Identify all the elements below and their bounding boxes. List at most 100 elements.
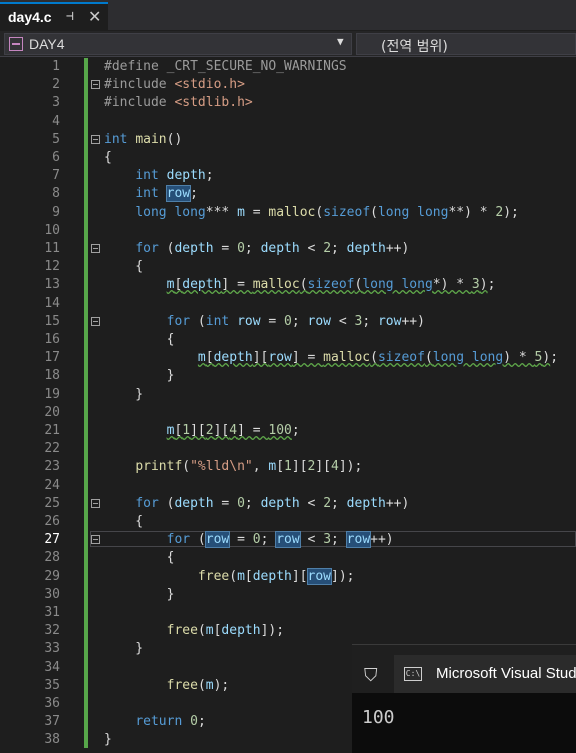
console-window[interactable]: ⛉ C:\ Microsoft Visual Studio 100 — [352, 644, 576, 753]
code-text: { — [104, 332, 175, 347]
code-line[interactable]: 8 int row; — [0, 185, 576, 203]
code-line[interactable]: 3 #include <stdlib.h> — [0, 94, 576, 112]
code-text: int main() — [104, 131, 183, 147]
close-icon[interactable]: ✕ — [88, 7, 101, 26]
fold-toggle-icon[interactable] — [91, 535, 100, 545]
tab-title: day4.c — [8, 9, 52, 25]
code-line[interactable]: 23 printf("%lld\n", m[1][2][4]); — [0, 458, 576, 476]
scope-dropdown[interactable]: (전역 범위) — [356, 33, 576, 55]
code-line[interactable]: 27 for (row = 0; row < 3; row++) — [0, 531, 576, 549]
console-title: Microsoft Visual Studio — [436, 665, 576, 682]
line-number: 30 — [44, 586, 60, 602]
code-line[interactable]: 20 — [0, 404, 576, 422]
code-line[interactable]: 22 — [0, 440, 576, 458]
project-icon — [9, 37, 23, 51]
code-text: for (depth = 0; depth < 2; depth++) — [135, 495, 410, 511]
console-tab[interactable]: C:\ Microsoft Visual Studio — [394, 655, 576, 693]
fold-toggle-icon[interactable] — [91, 80, 100, 90]
code-text: free(m[depth]); — [166, 623, 285, 639]
code-line[interactable]: 32 free(m[depth]); — [0, 622, 576, 640]
code-line[interactable]: 14 — [0, 295, 576, 313]
code-line[interactable]: 28 { — [0, 549, 576, 567]
tab-bar: day4.c ⊣ ✕ — [0, 0, 576, 30]
line-number: 7 — [52, 168, 60, 184]
code-text: { — [104, 550, 175, 566]
code-line[interactable]: 15 for (int row = 0; row < 3; row++) — [0, 313, 576, 331]
line-number: 19 — [44, 386, 60, 402]
line-number: 20 — [44, 404, 60, 420]
line-number: 11 — [44, 241, 60, 256]
line-number: 21 — [44, 423, 60, 438]
pin-icon[interactable]: ⊣ — [66, 9, 74, 24]
code-text: printf("%lld\n", m[1][2][4]); — [135, 459, 363, 475]
line-number: 31 — [44, 605, 60, 620]
code-line[interactable]: 6{ — [0, 149, 576, 167]
code-text: free(m); — [166, 677, 230, 693]
line-number: 15 — [44, 313, 60, 329]
code-line[interactable]: 25 for (depth = 0; depth < 2; depth++) — [0, 495, 576, 513]
code-line[interactable]: 24 — [0, 477, 576, 495]
code-text: int row; — [135, 185, 198, 203]
line-number: 38 — [44, 732, 60, 748]
line-number: 26 — [44, 514, 60, 529]
code-line[interactable]: 5 int main() — [0, 131, 576, 149]
code-text: m[depth][row] = malloc(sizeof(long long)… — [197, 350, 559, 366]
code-text: for (row = 0; row < 3; row++) — [166, 531, 394, 549]
line-number: 3 — [52, 95, 60, 111]
line-number: 29 — [44, 568, 60, 584]
code-line[interactable]: 2 #include <stdio.h> — [0, 76, 576, 94]
code-text: } — [104, 386, 144, 402]
code-line[interactable]: 7 int depth; — [0, 167, 576, 185]
code-text: { — [104, 259, 144, 275]
code-line[interactable]: 11 for (depth = 0; depth < 2; depth++) — [0, 240, 576, 258]
line-number: 14 — [44, 295, 60, 311]
line-number: 8 — [52, 186, 60, 202]
line-number: 33 — [44, 641, 60, 657]
line-number: 16 — [44, 332, 60, 347]
line-number: 25 — [44, 495, 60, 511]
code-line[interactable]: 19 } — [0, 386, 576, 404]
code-line[interactable]: 17 m[depth][row] = malloc(sizeof(long lo… — [0, 349, 576, 367]
code-line[interactable]: 31 — [0, 604, 576, 622]
code-line[interactable]: 16 { — [0, 331, 576, 349]
project-dropdown[interactable]: DAY4 ▼ — [4, 33, 352, 55]
code-line[interactable]: 18 } — [0, 367, 576, 385]
code-line[interactable]: 12 { — [0, 258, 576, 276]
code-line[interactable]: 21 m[1][2][4] = 100; — [0, 422, 576, 440]
code-line[interactable]: 13 m[depth] = malloc(sizeof(long long*) … — [0, 276, 576, 294]
fold-toggle-icon[interactable] — [91, 134, 100, 144]
code-line[interactable]: 10 — [0, 222, 576, 240]
code-line[interactable]: 26 { — [0, 513, 576, 531]
code-text: { — [104, 150, 112, 165]
line-number: 36 — [44, 696, 60, 711]
code-text: for (depth = 0; depth < 2; depth++) — [135, 241, 410, 256]
line-number: 18 — [44, 368, 60, 384]
terminal-icon: C:\ — [404, 667, 422, 681]
line-number: 35 — [44, 677, 60, 693]
navigation-bar: DAY4 ▼ (전역 범위) — [0, 31, 576, 57]
code-text: } — [104, 641, 144, 657]
fold-toggle-icon[interactable] — [91, 498, 100, 508]
line-number: 6 — [52, 150, 60, 165]
line-number: 32 — [44, 623, 60, 639]
code-line[interactable]: 1 #define _CRT_SECURE_NO_WARNINGS — [0, 58, 576, 76]
code-text: m[depth] = malloc(sizeof(long long*) * 3… — [166, 277, 496, 293]
code-text: #define _CRT_SECURE_NO_WARNINGS — [104, 59, 347, 74]
code-text: } — [104, 732, 112, 748]
code-line[interactable]: 30 } — [0, 586, 576, 604]
fold-toggle-icon[interactable] — [91, 316, 100, 326]
line-number: 27 — [44, 532, 60, 548]
line-number: 17 — [44, 350, 60, 366]
code-line[interactable]: 29 free(m[depth][row]); — [0, 567, 576, 586]
tab-day4-c[interactable]: day4.c ⊣ ✕ — [0, 2, 108, 30]
code-text: #include <stdlib.h> — [104, 95, 253, 111]
line-number: 12 — [44, 259, 60, 275]
code-line[interactable]: 4 — [0, 113, 576, 131]
line-number: 4 — [52, 113, 60, 129]
code-text: for (int row = 0; row < 3; row++) — [166, 313, 425, 329]
code-text: m[1][2][4] = 100; — [166, 423, 300, 438]
line-number: 13 — [44, 277, 60, 293]
code-text: } — [104, 368, 175, 384]
code-line[interactable]: 9 long long*** m = malloc(sizeof(long lo… — [0, 204, 576, 222]
fold-toggle-icon[interactable] — [91, 244, 100, 253]
